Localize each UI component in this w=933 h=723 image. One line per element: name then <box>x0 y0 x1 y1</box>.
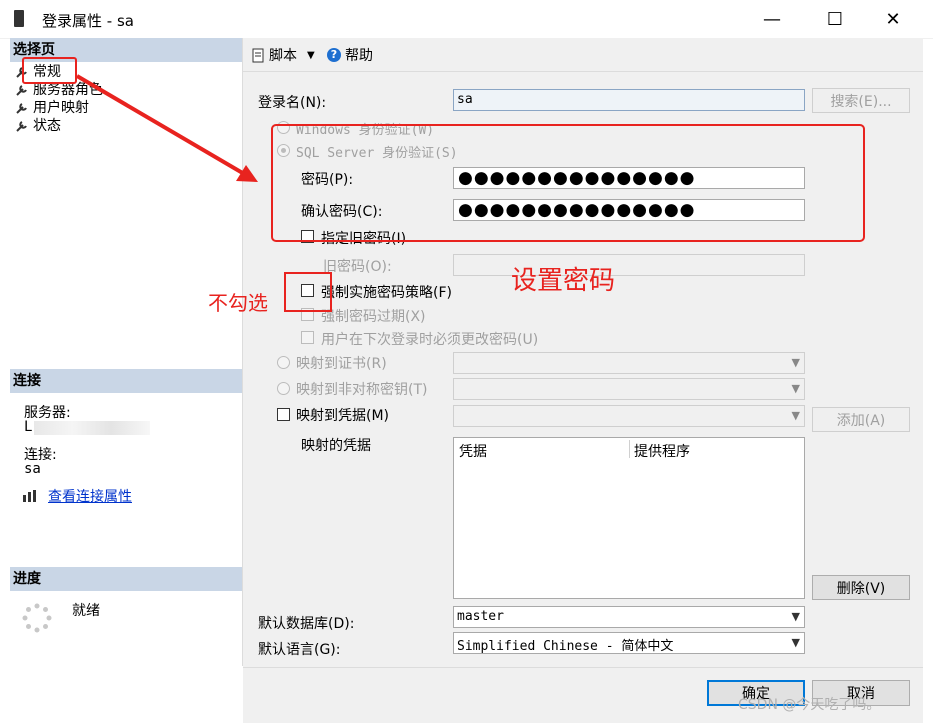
annotation-password-box <box>271 124 865 242</box>
wrench-icon <box>16 120 27 132</box>
script-icon <box>252 48 264 62</box>
connection-properties-icon <box>23 490 36 502</box>
progress-status: 就绪 <box>72 603 100 619</box>
left-pane: 选择页 常规 服务器角色 用户映射 状态 连接 服务器: L 连接: sa 查看… <box>10 38 243 666</box>
window-app-icon <box>14 10 24 27</box>
login-name-label: 登录名(N): <box>258 95 327 111</box>
view-connection-properties-link[interactable]: 查看连接属性 <box>48 486 132 506</box>
maximize-button[interactable]: ☐ <box>812 0 858 38</box>
progress-header: 进度 <box>10 567 242 591</box>
chevron-down-icon: ▼ <box>791 409 800 422</box>
must-change-checkbox[interactable] <box>301 331 314 344</box>
map-cred-checkbox[interactable] <box>277 408 290 421</box>
help-icon: ? <box>327 48 341 62</box>
default-language-select[interactable]: Simplified Chinese - 简体中文 ▼ <box>453 632 805 654</box>
map-asym-radio[interactable] <box>277 382 290 395</box>
nav-item-user-mapping[interactable]: 用户映射 <box>15 99 89 117</box>
script-button[interactable]: 脚本 ▼ <box>251 45 315 65</box>
old-password-label: 旧密码(O): <box>323 259 392 275</box>
wrench-icon <box>16 84 27 96</box>
chevron-down-icon: ▼ <box>791 356 800 369</box>
annotation-set-password: 设置密码 <box>511 266 616 296</box>
chevron-down-icon: ▼ <box>307 49 315 61</box>
toolbar: 脚本 ▼ ? 帮助 <box>243 38 923 72</box>
minimize-button[interactable]: — <box>749 0 795 38</box>
column-header-provider[interactable]: 提供程序 <box>634 441 690 461</box>
mapped-credentials-table[interactable]: 凭据 提供程序 <box>453 437 805 599</box>
old-password-input[interactable] <box>453 254 805 276</box>
cert-select[interactable]: ▼ <box>453 352 805 374</box>
map-cred-label: 映射到凭据(M) <box>296 408 390 424</box>
connection-value: sa <box>24 461 41 477</box>
title-bar: 登录属性 - sa — ☐ ✕ <box>0 0 933 39</box>
script-label: 脚本 <box>269 48 297 64</box>
enforce-policy-label: 强制实施密码策略(F) <box>321 285 452 301</box>
search-button[interactable]: 搜索(E)... <box>812 88 910 113</box>
redacted-server-name <box>34 421 150 435</box>
login-name-input[interactable]: sa <box>453 89 805 111</box>
chevron-down-icon: ▼ <box>791 610 800 623</box>
help-label: 帮助 <box>345 48 373 64</box>
default-language-label: 默认语言(G): <box>258 642 341 658</box>
wrench-icon <box>16 102 27 114</box>
column-divider <box>629 440 630 458</box>
map-cert-label: 映射到证书(R) <box>296 356 387 372</box>
add-credential-button[interactable]: 添加(A) <box>812 407 910 432</box>
column-header-credential[interactable]: 凭据 <box>459 441 487 461</box>
map-asym-label: 映射到非对称密钥(T) <box>296 382 428 398</box>
nav-item-label: 用户映射 <box>33 100 89 116</box>
default-database-select[interactable]: master ▼ <box>453 606 805 628</box>
close-button[interactable]: ✕ <box>870 0 916 38</box>
annotation-checkbox-box <box>284 272 332 312</box>
help-button[interactable]: ? 帮助 <box>327 45 373 65</box>
nav-item-status[interactable]: 状态 <box>15 117 61 135</box>
annotation-dont-check: 不勾选 <box>208 291 268 315</box>
progress-spinner-icon <box>22 603 52 633</box>
nav-item-label: 状态 <box>33 118 61 134</box>
mapped-credentials-label: 映射的凭据 <box>301 438 371 454</box>
server-value: L <box>24 419 33 435</box>
credential-select[interactable]: ▼ <box>453 405 805 427</box>
annotation-general-box <box>22 57 77 84</box>
default-language-value: Simplified Chinese - 简体中文 <box>457 639 674 654</box>
chevron-down-icon: ▼ <box>791 636 800 649</box>
map-cert-radio[interactable] <box>277 356 290 369</box>
window-title: 登录属性 - sa <box>42 12 134 30</box>
default-database-label: 默认数据库(D): <box>258 616 355 632</box>
default-database-value: master <box>457 609 504 624</box>
login-name-value: sa <box>457 92 473 107</box>
connection-header: 连接 <box>10 369 242 393</box>
view-connection-properties[interactable]: 查看连接属性 <box>22 486 132 506</box>
chevron-down-icon: ▼ <box>791 382 800 395</box>
asym-key-select[interactable]: ▼ <box>453 378 805 400</box>
enforce-expiration-label: 强制密码过期(X) <box>321 309 426 325</box>
remove-credential-button[interactable]: 删除(V) <box>812 575 910 600</box>
must-change-label: 用户在下次登录时必须更改密码(U) <box>321 332 539 348</box>
watermark: CSDN @今天吃了吗。 <box>738 697 881 713</box>
